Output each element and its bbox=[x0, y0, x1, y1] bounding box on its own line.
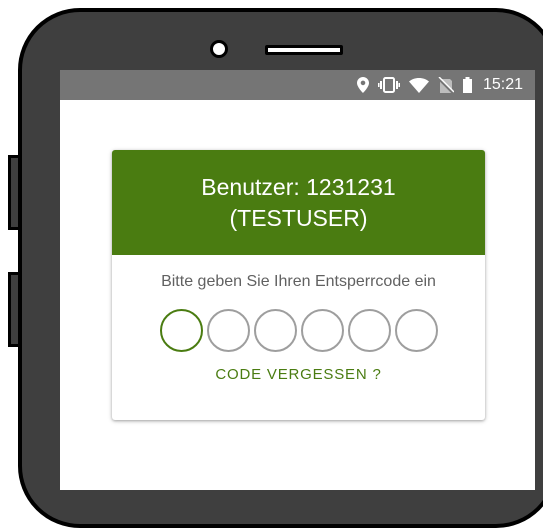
vibrate-icon bbox=[377, 77, 400, 93]
no-sim-icon bbox=[437, 77, 454, 93]
pin-code-input[interactable] bbox=[112, 309, 485, 352]
forgot-code-link[interactable]: CODE VERGESSEN ? bbox=[112, 366, 485, 383]
pin-digit-5[interactable] bbox=[347, 309, 391, 352]
pin-digit-3[interactable] bbox=[253, 309, 297, 352]
user-id-label: Benutzer: 1231231 bbox=[201, 173, 396, 200]
front-camera bbox=[210, 40, 228, 58]
pin-digit-4[interactable] bbox=[300, 309, 344, 352]
earpiece-speaker bbox=[265, 45, 343, 55]
status-bar: 15:21 bbox=[60, 70, 535, 100]
location-icon bbox=[356, 77, 369, 93]
pin-digit-2[interactable] bbox=[206, 309, 250, 352]
battery-icon bbox=[462, 77, 472, 93]
pin-digit-6[interactable] bbox=[394, 309, 438, 352]
wifi-icon bbox=[408, 77, 429, 93]
status-clock: 15:21 bbox=[482, 76, 523, 93]
status-icons: 15:21 bbox=[356, 70, 523, 100]
unlock-card: Benutzer: 1231231 (TESTUSER) Bitte geben… bbox=[112, 150, 485, 420]
device-screen: 15:21 Benutzer: 1231231 (TESTUSER) Bitte… bbox=[60, 70, 535, 490]
pin-digit-1[interactable] bbox=[159, 309, 203, 352]
unlock-prompt: Bitte geben Sie Ihren Entsperrcode ein bbox=[161, 273, 436, 290]
user-name-label: (TESTUSER) bbox=[229, 204, 368, 231]
user-header: Benutzer: 1231231 (TESTUSER) bbox=[112, 150, 485, 255]
